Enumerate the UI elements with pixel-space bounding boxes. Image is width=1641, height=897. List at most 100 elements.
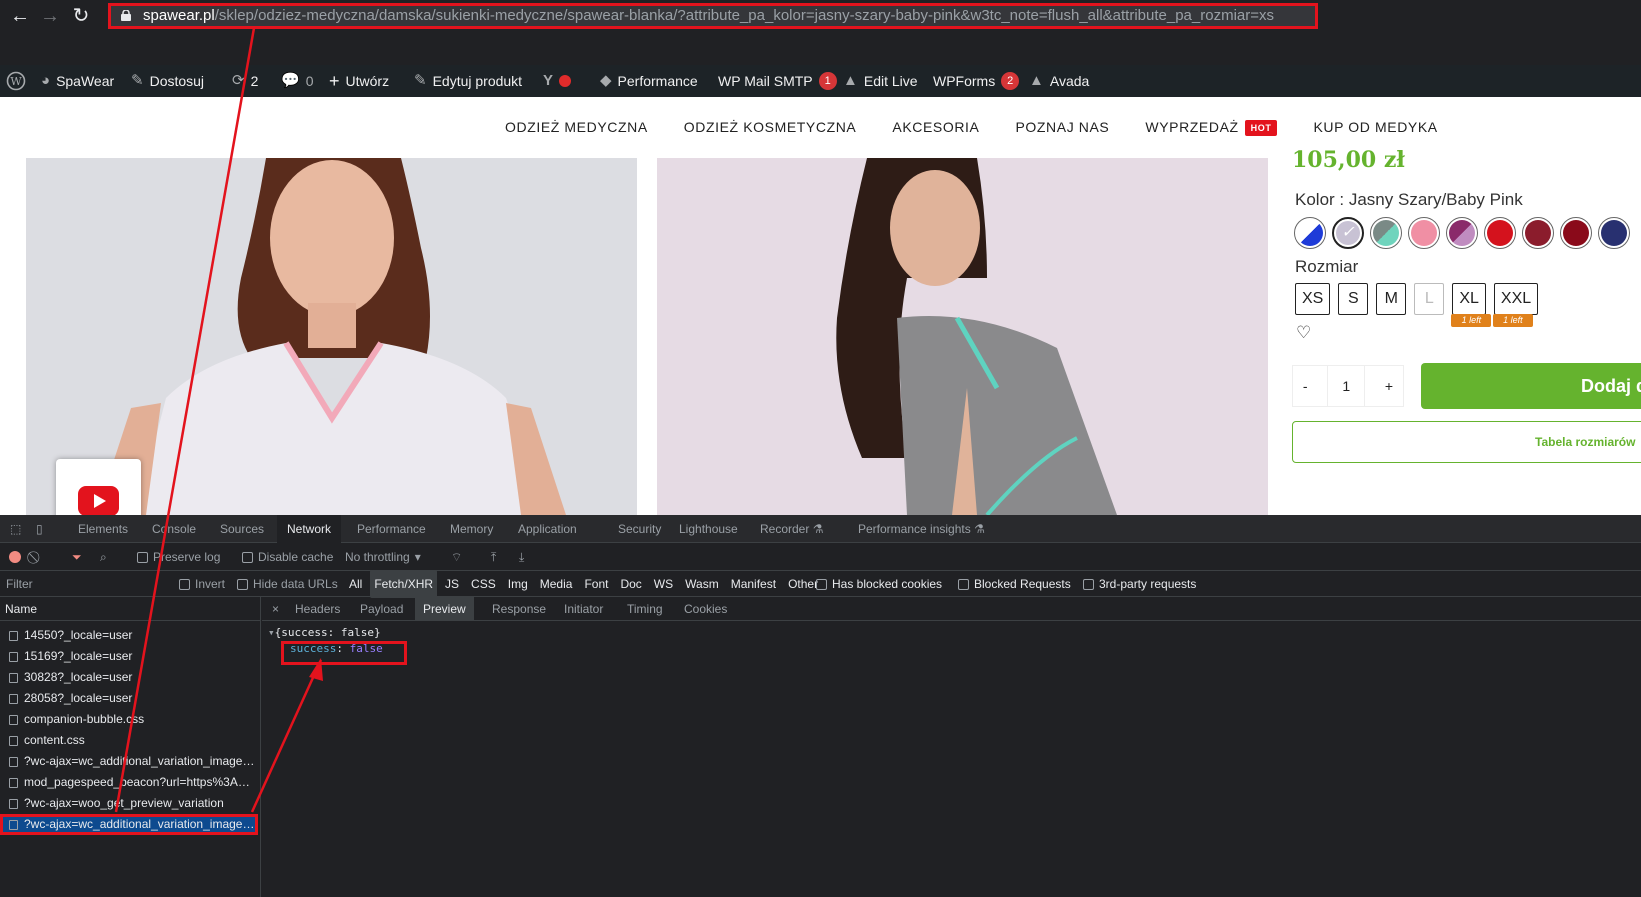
chip-css[interactable]: CSS — [467, 570, 500, 598]
preserve-log-checkbox[interactable]: Preserve log — [137, 543, 220, 571]
size-m[interactable]: M — [1376, 283, 1407, 315]
product-photo-side[interactable] — [657, 158, 1268, 515]
wordpress-logo-icon[interactable]: W — [6, 65, 26, 97]
close-detail-icon[interactable]: × — [264, 597, 287, 621]
network-conditions-icon[interactable]: ⌔ — [451, 543, 462, 571]
chip-all[interactable]: All — [345, 570, 366, 598]
wpforms-link[interactable]: WPForms 2 — [933, 65, 1020, 97]
chip-img[interactable]: Img — [504, 570, 532, 598]
blocked-requests-checkbox[interactable]: Blocked Requests — [958, 571, 1071, 597]
new-content-link[interactable]: + Utwórz — [329, 65, 389, 97]
size-xl[interactable]: XL 1 left — [1451, 283, 1492, 327]
swatch-7[interactable] — [1522, 217, 1554, 249]
json-root[interactable]: ▾{success: false} — [268, 625, 383, 641]
wp-mail-smtp-link[interactable]: WP Mail SMTP 1 — [718, 65, 837, 97]
nav-akcesoria[interactable]: AKCESORIA — [892, 119, 979, 135]
tab-sources[interactable]: Sources — [210, 515, 274, 543]
record-button[interactable] — [9, 543, 21, 571]
avada-link[interactable]: ▲ Avada — [1029, 65, 1089, 97]
filter-input[interactable]: Filter — [6, 571, 33, 597]
request-row[interactable]: ?wc-ajax=woo_get_preview_variation — [0, 793, 258, 814]
swatch-9[interactable] — [1598, 217, 1630, 249]
swatch-5[interactable] — [1446, 217, 1478, 249]
nav-odziez-kosmetyczna[interactable]: ODZIEŻ KOSMETYCZNA — [684, 119, 857, 135]
tab-memory[interactable]: Memory — [440, 515, 503, 543]
detail-tab-response[interactable]: Response — [484, 597, 554, 621]
detail-tab-cookies[interactable]: Cookies — [676, 597, 735, 621]
import-har-icon[interactable]: ⤒ — [491, 543, 496, 571]
nav-odziez-medyczna[interactable]: ODZIEŻ MEDYCZNA — [505, 119, 648, 135]
chip-doc[interactable]: Doc — [616, 570, 645, 598]
chip-wasm[interactable]: Wasm — [681, 570, 723, 598]
nav-kup-od-medyka[interactable]: KUP OD MEDYKA — [1313, 119, 1437, 135]
back-icon[interactable]: ← — [8, 4, 32, 28]
throttling-select[interactable]: No throttling ▾ — [345, 543, 421, 571]
tab-recorder[interactable]: Recorder ⚗ — [750, 515, 833, 543]
third-party-checkbox[interactable]: 3rd-party requests — [1083, 571, 1196, 597]
size-s[interactable]: S — [1338, 283, 1369, 315]
reload-icon[interactable]: ↻ — [69, 4, 93, 28]
hide-data-urls-checkbox[interactable]: Hide data URLs — [237, 571, 338, 597]
request-row[interactable]: 15169?_locale=user — [0, 646, 258, 667]
tab-lighthouse[interactable]: Lighthouse — [669, 515, 748, 543]
customize-link[interactable]: ✎ Dostosuj — [131, 65, 204, 97]
updates-link[interactable]: ⟳ 2 — [232, 65, 258, 97]
request-row[interactable]: 28058?_locale=user — [0, 688, 258, 709]
tab-application[interactable]: Application — [508, 515, 587, 543]
name-column-header[interactable]: Name — [0, 597, 260, 621]
wishlist-heart-icon[interactable]: ♡ — [1296, 323, 1311, 343]
qty-minus-button[interactable]: - — [1303, 378, 1308, 394]
chip-fetch-xhr[interactable]: Fetch/XHR — [370, 570, 438, 598]
forward-icon[interactable]: → — [38, 4, 62, 28]
swatch-2-selected[interactable]: ✓ — [1332, 217, 1364, 249]
tab-console[interactable]: Console — [142, 515, 206, 543]
nav-poznaj-nas[interactable]: POZNAJ NAS — [1015, 119, 1109, 135]
youtube-video-button[interactable] — [56, 459, 141, 515]
request-row[interactable]: 14550?_locale=user — [0, 625, 258, 646]
size-xxl[interactable]: XXL 1 left — [1492, 283, 1539, 327]
size-chart-button[interactable]: Tabela rozmiarów — [1292, 421, 1641, 463]
tab-performance-insights[interactable]: Performance insights ⚗ — [848, 515, 995, 543]
swatch-1[interactable] — [1294, 217, 1326, 249]
has-blocked-cookies-checkbox[interactable]: Has blocked cookies — [816, 571, 942, 597]
request-row[interactable]: companion-bubble.css — [0, 709, 258, 730]
detail-tab-headers[interactable]: Headers — [287, 597, 348, 621]
size-xs[interactable]: XS — [1295, 283, 1331, 315]
detail-tab-initiator[interactable]: Initiator — [556, 597, 611, 621]
tab-elements[interactable]: Elements — [68, 515, 138, 543]
tab-network[interactable]: Network — [277, 515, 342, 543]
search-icon[interactable]: ⌕ — [100, 543, 107, 571]
chip-media[interactable]: Media — [536, 570, 577, 598]
chip-ws[interactable]: WS — [650, 570, 677, 598]
invert-checkbox[interactable]: Invert — [179, 571, 225, 597]
detail-tab-preview[interactable]: Preview — [415, 597, 474, 621]
disable-cache-checkbox[interactable]: Disable cache — [242, 543, 333, 571]
comments-link[interactable]: 💬 0 — [281, 65, 313, 97]
qty-plus-button[interactable]: + — [1385, 378, 1393, 394]
edit-product-link[interactable]: ✎ Edytuj produkt — [414, 65, 522, 97]
chip-manifest[interactable]: Manifest — [727, 570, 780, 598]
chip-font[interactable]: Font — [580, 570, 612, 598]
performance-link[interactable]: ◆ Performance — [600, 65, 698, 97]
request-row[interactable]: 30828?_locale=user — [0, 667, 258, 688]
filter-icon[interactable]: ⏷ — [72, 543, 82, 571]
request-row-selected[interactable]: ?wc-ajax=wc_additional_variation_images_… — [0, 814, 258, 835]
swatch-3[interactable] — [1370, 217, 1402, 249]
detail-tab-payload[interactable]: Payload — [352, 597, 411, 621]
tab-security[interactable]: Security — [608, 515, 671, 543]
swatch-4[interactable] — [1408, 217, 1440, 249]
export-har-icon[interactable]: ⤓ — [519, 543, 524, 571]
request-row[interactable]: ?wc-ajax=wc_additional_variation_images_… — [0, 751, 258, 772]
address-bar[interactable]: spawear.pl/sklep/odziez-medyczna/damska/… — [108, 3, 1318, 29]
qty-input[interactable]: 1 — [1327, 366, 1366, 406]
detail-tab-timing[interactable]: Timing — [619, 597, 671, 621]
edit-live-link[interactable]: ▲ Edit Live — [843, 65, 918, 97]
add-to-cart-button[interactable]: Dodaj d — [1421, 363, 1641, 409]
request-row[interactable]: content.css — [0, 730, 258, 751]
tab-performance[interactable]: Performance — [347, 515, 436, 543]
product-photo-front[interactable] — [26, 158, 637, 515]
swatch-8[interactable] — [1560, 217, 1592, 249]
chip-js[interactable]: JS — [441, 570, 463, 598]
yoast-seo-link[interactable]: Y — [543, 65, 572, 97]
site-name-link[interactable]: ◕ SpaWear — [41, 65, 114, 97]
